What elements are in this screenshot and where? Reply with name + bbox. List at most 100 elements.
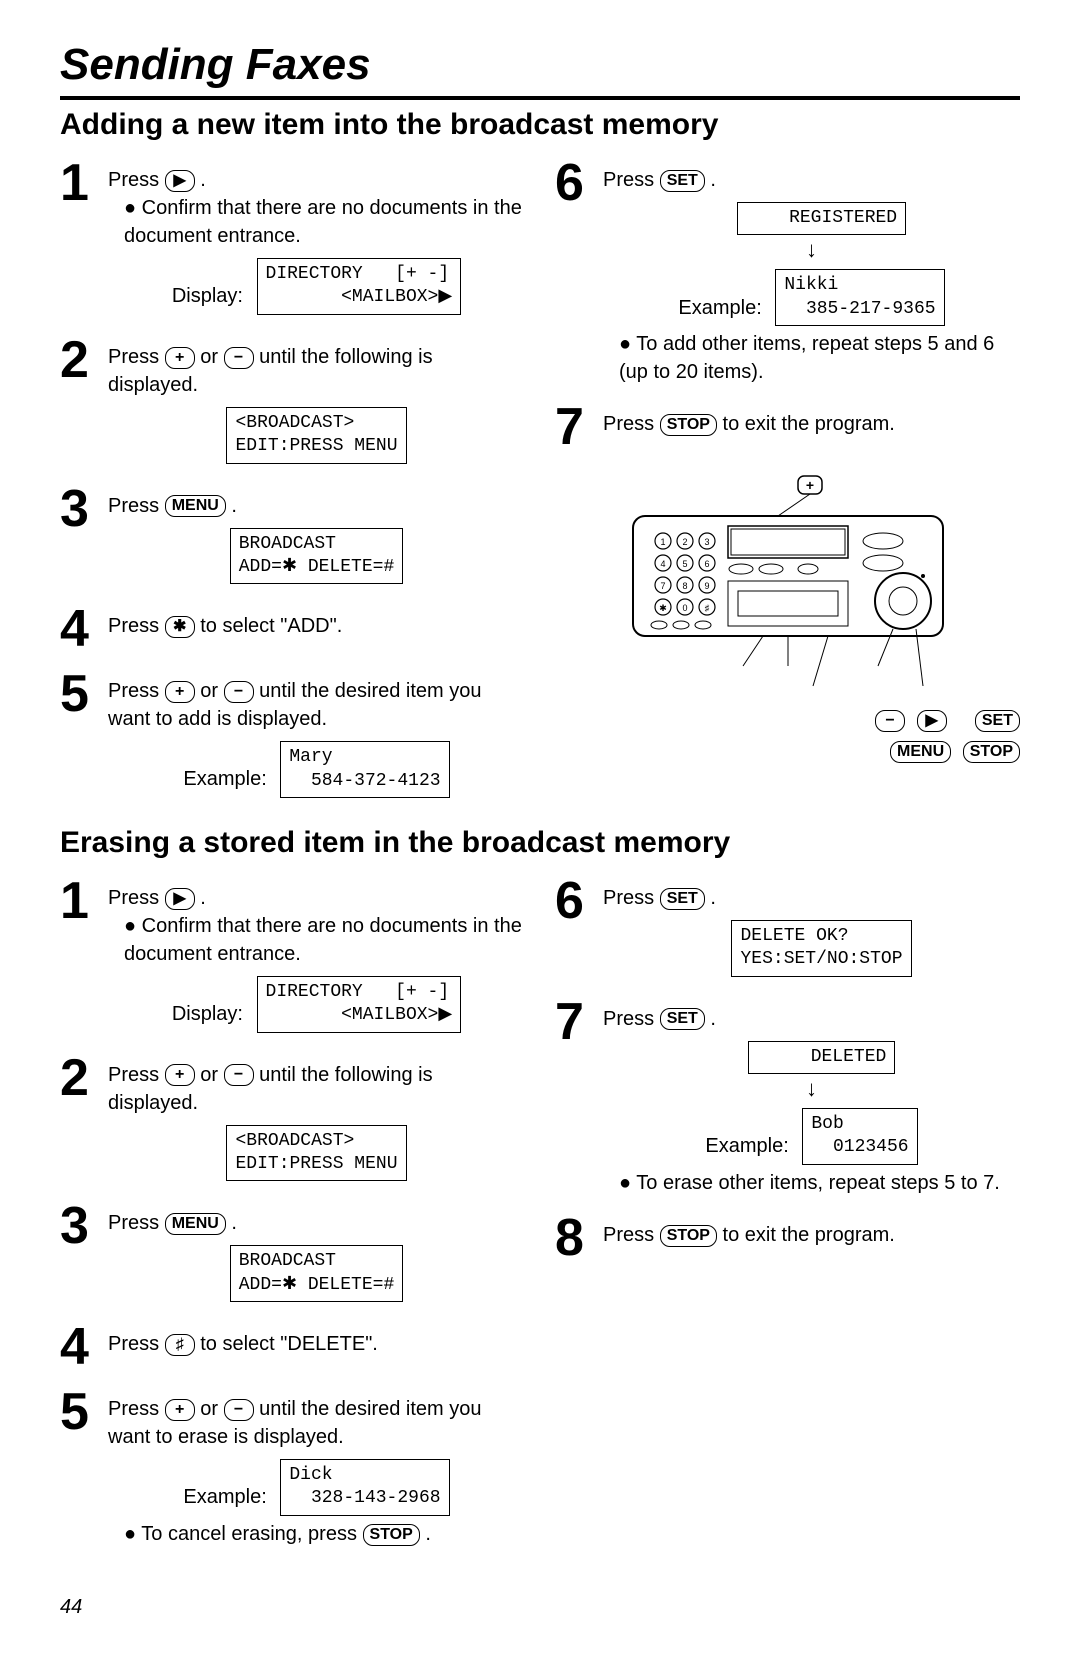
- add-step-7: 7 Press STOP to exit the program.: [555, 404, 1020, 451]
- step-number: 3: [60, 486, 108, 533]
- text: Press: [603, 413, 660, 435]
- svg-text:6: 6: [704, 559, 709, 569]
- lcd-display: DIRECTORY [+ -] <MAILBOX>▶: [257, 258, 462, 315]
- lcd-display: BROADCAST ADD=✱ DELETE=#: [230, 528, 404, 585]
- minus-key: −: [224, 1064, 254, 1086]
- text: Press: [108, 615, 165, 637]
- svg-text:7: 7: [660, 581, 665, 591]
- svg-text:✱: ✱: [659, 603, 667, 613]
- section-heading-add: Adding a new item into the broadcast mem…: [60, 108, 1020, 142]
- step-number: 7: [555, 999, 603, 1046]
- text: .: [231, 1212, 237, 1234]
- page-number: 44: [60, 1596, 1020, 1619]
- step-number: 4: [60, 1324, 108, 1371]
- example-label: Example:: [705, 1132, 788, 1160]
- lcd-display: Bob 0123456: [802, 1108, 917, 1165]
- svg-text:+: +: [805, 477, 813, 493]
- display-label: Display:: [172, 1000, 243, 1028]
- minus-key: −: [224, 681, 254, 703]
- erase-columns: 1 Press ▶ . ● Confirm that there are no …: [60, 878, 1020, 1566]
- text: Press: [108, 346, 165, 368]
- hash-key: ♯: [165, 1334, 195, 1356]
- svg-text:0: 0: [682, 603, 687, 613]
- text: or: [200, 1398, 223, 1420]
- arrow-down-icon: ↓: [603, 1078, 1020, 1100]
- example-label: Example:: [183, 765, 266, 793]
- lcd-display: Nikki 385-217-9365: [775, 269, 944, 326]
- menu-key: MENU: [165, 1213, 226, 1235]
- text: Press: [108, 1064, 165, 1086]
- svg-text:4: 4: [660, 559, 665, 569]
- lcd-display: DELETE OK? YES:SET/NO:STOP: [731, 920, 911, 977]
- stop-key: STOP: [660, 414, 717, 436]
- text: Press: [108, 1333, 165, 1355]
- lcd-display: DIRECTORY [+ -] <MAILBOX>▶: [257, 976, 462, 1033]
- plus-key: +: [165, 1064, 195, 1086]
- minus-key: −: [224, 347, 254, 369]
- text: Press: [108, 887, 165, 909]
- text: .: [425, 1523, 431, 1545]
- stop-key: STOP: [363, 1524, 420, 1546]
- lcd-display: <BROADCAST> EDIT:PRESS MENU: [226, 1125, 406, 1182]
- erase-step-3: 3 Press MENU . BROADCAST ADD=✱ DELETE=#: [60, 1203, 525, 1306]
- erase-step-5: 5 Press + or − until the desired item yo…: [60, 1389, 525, 1548]
- text: Confirm that there are no documents in t…: [124, 197, 522, 247]
- step-number: 2: [60, 337, 108, 384]
- erase-step-1: 1 Press ▶ . ● Confirm that there are no …: [60, 878, 525, 1037]
- add-step-1: 1 Press ▶ . ● Confirm that there are no …: [60, 160, 525, 319]
- text: to select "ADD".: [200, 615, 342, 637]
- stop-key-label: STOP: [963, 741, 1020, 763]
- play-key: ▶: [165, 170, 195, 192]
- text: Press: [603, 1224, 660, 1246]
- add-step-2: 2 Press + or − until the following is di…: [60, 337, 525, 468]
- play-key-label: ▶: [917, 710, 947, 732]
- play-key: ▶: [165, 888, 195, 910]
- lcd-display: REGISTERED: [737, 202, 906, 235]
- text: or: [200, 1064, 223, 1086]
- set-key-label: SET: [975, 710, 1020, 732]
- text: Press: [603, 887, 660, 909]
- display-label: Display:: [172, 282, 243, 310]
- svg-text:9: 9: [704, 581, 709, 591]
- text: .: [710, 887, 716, 909]
- add-step-3: 3 Press MENU . BROADCAST ADD=✱ DELETE=#: [60, 486, 525, 589]
- text: .: [710, 1008, 716, 1030]
- text: Press: [603, 169, 660, 191]
- text: .: [710, 169, 716, 191]
- erase-left-col: 1 Press ▶ . ● Confirm that there are no …: [60, 878, 525, 1566]
- text: Press: [108, 495, 165, 517]
- text: Press: [108, 1212, 165, 1234]
- text: To cancel erasing, press: [141, 1523, 362, 1545]
- text: Confirm that there are no documents in t…: [124, 915, 522, 965]
- arrow-down-icon: ↓: [603, 239, 1020, 261]
- svg-text:1: 1: [660, 537, 665, 547]
- section-heading-erase: Erasing a stored item in the broadcast m…: [60, 826, 1020, 860]
- text: to exit the program.: [723, 413, 895, 435]
- svg-text:3: 3: [704, 537, 709, 547]
- text: .: [231, 495, 237, 517]
- page-title: Sending Faxes: [60, 40, 1020, 90]
- svg-text:♯: ♯: [704, 603, 709, 613]
- example-label: Example:: [678, 294, 761, 322]
- erase-step-2: 2 Press + or − until the following is di…: [60, 1055, 525, 1186]
- plus-key: +: [165, 1399, 195, 1421]
- device-illustration: + 1 2 3 4 5 6 7 8 9 ✱: [555, 471, 1020, 763]
- erase-right-col: 6 Press SET . DELETE OK? YES:SET/NO:STOP…: [555, 878, 1020, 1566]
- add-step-5: 5 Press + or − until the desired item yo…: [60, 671, 525, 802]
- text: to exit the program.: [723, 1224, 895, 1246]
- text: To add other items, repeat steps 5 and 6…: [619, 333, 994, 383]
- step-number: 3: [60, 1203, 108, 1250]
- text: .: [200, 887, 206, 909]
- add-step-6: 6 Press SET . REGISTERED ↓ Example: Nikk…: [555, 160, 1020, 386]
- step-number: 1: [60, 160, 108, 207]
- text: or: [200, 346, 223, 368]
- step-number: 8: [555, 1215, 603, 1262]
- step-number: 4: [60, 606, 108, 653]
- step-number: 5: [60, 671, 108, 718]
- text: To erase other items, repeat steps 5 to …: [636, 1172, 1000, 1194]
- step-number: 2: [60, 1055, 108, 1102]
- step-number: 5: [60, 1389, 108, 1436]
- step-number: 6: [555, 878, 603, 925]
- plus-key: +: [165, 681, 195, 703]
- step-number: 7: [555, 404, 603, 451]
